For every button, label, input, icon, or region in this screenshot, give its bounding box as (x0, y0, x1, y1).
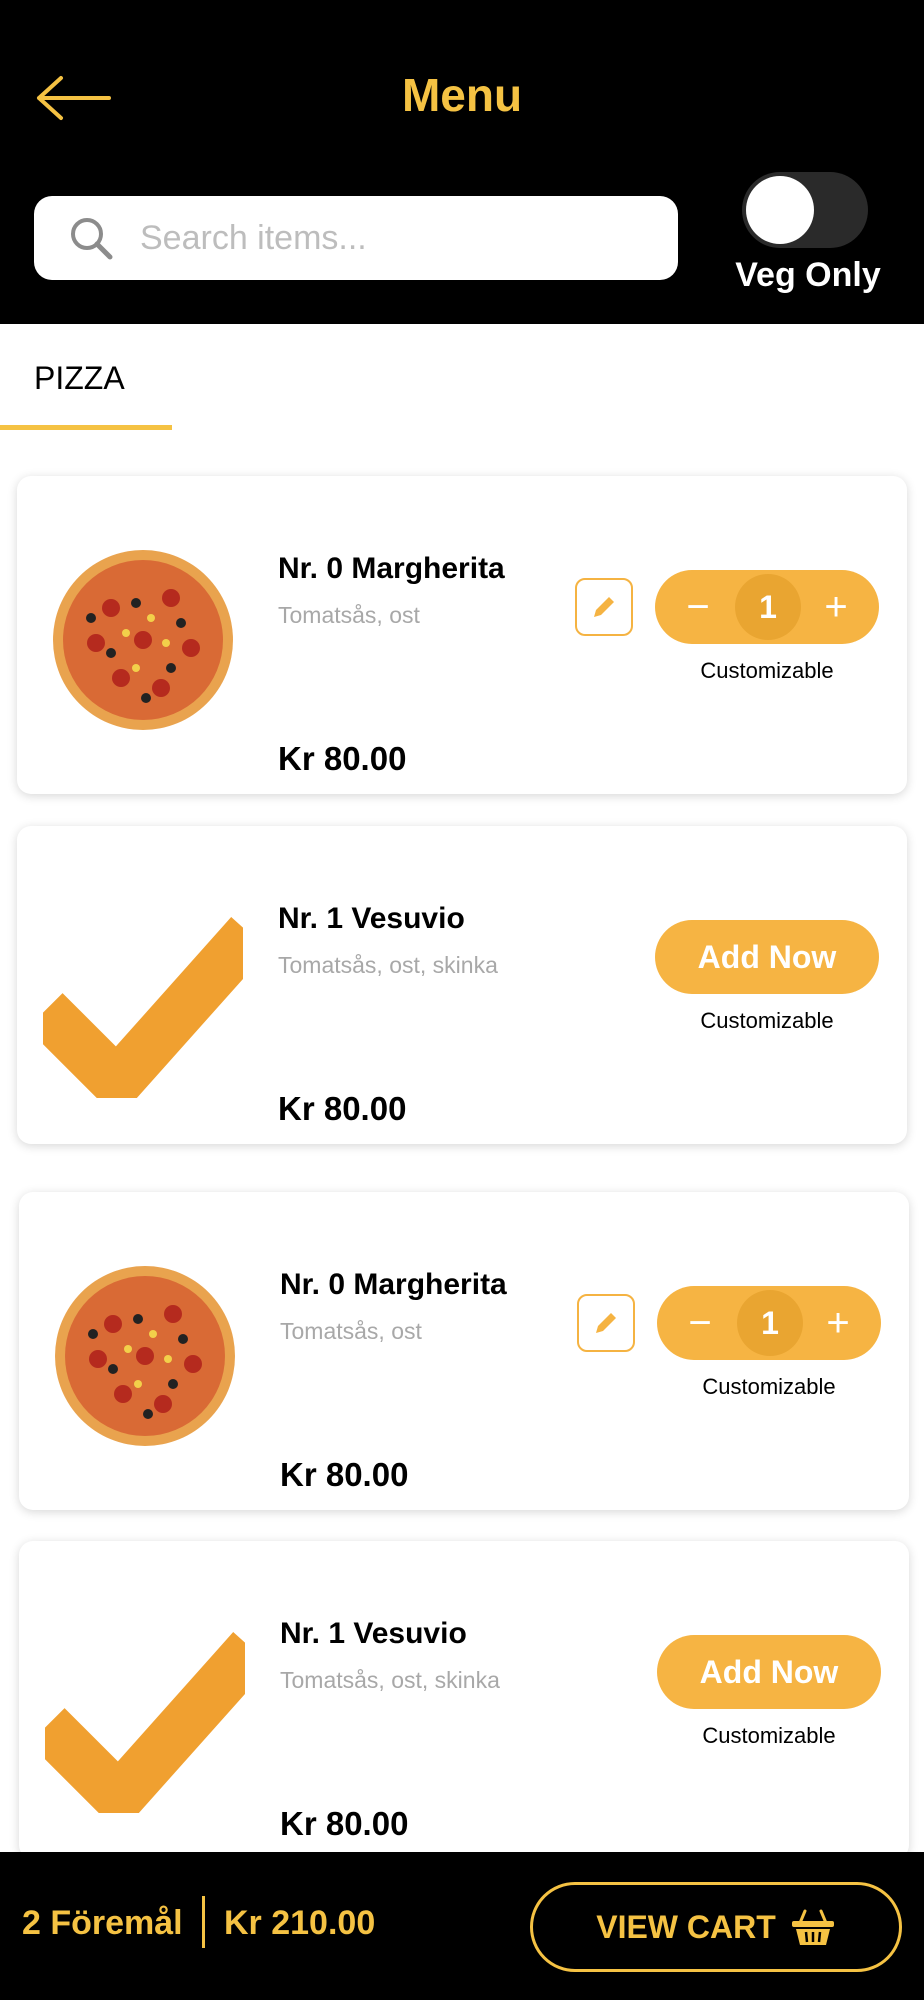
veg-only-toggle[interactable] (742, 172, 868, 248)
veg-only-label: Veg Only (735, 256, 881, 294)
active-tab-indicator (0, 425, 172, 430)
quantity-value: 1 (735, 574, 801, 640)
pizza-image (55, 1266, 235, 1446)
item-description: Tomatsås, ost, skinka (278, 952, 498, 978)
add-now-button[interactable]: Add Now (655, 920, 879, 994)
item-price: Kr 80.00 (278, 740, 407, 777)
search-box[interactable] (34, 196, 678, 280)
menu-item-card[interactable]: Nr. 1 Vesuvio Tomatsås, ost, skinka Kr 8… (19, 1541, 909, 1859)
item-description: Tomatsås, ost, skinka (280, 1667, 500, 1693)
increase-button[interactable]: + (811, 570, 861, 644)
category-tabs: PIZZA (0, 324, 924, 434)
item-name: Nr. 0 Margherita (278, 552, 505, 585)
menu-item-card[interactable]: Nr. 0 Margherita Tomatsås, ost Kr 80.00 … (19, 1192, 909, 1510)
quantity-value: 1 (737, 1290, 803, 1356)
checkmark-image (43, 917, 243, 1098)
menu-item-card[interactable]: Nr. 0 Margherita Tomatsås, ost Kr 80.00 … (17, 476, 907, 794)
cart-bar: 2 Föremål Kr 210.00 VIEW CART (0, 1852, 924, 2000)
toggle-knob (746, 176, 814, 244)
view-cart-button[interactable]: VIEW CART (530, 1882, 902, 1972)
item-description: Tomatsås, ost (278, 602, 420, 628)
customizable-label: Customizable (700, 658, 834, 683)
item-name: Nr. 0 Margherita (280, 1268, 507, 1301)
pencil-icon (594, 597, 614, 617)
add-now-button[interactable]: Add Now (657, 1635, 881, 1709)
decrease-button[interactable]: − (673, 570, 723, 644)
pizza-image (53, 550, 233, 730)
app-header: Menu Veg Only (0, 0, 924, 324)
cart-item-count: 2 Föremål (22, 1904, 183, 1942)
quantity-stepper[interactable]: − 1 + (657, 1286, 881, 1360)
customizable-label: Customizable (702, 1374, 836, 1399)
item-price: Kr 80.00 (278, 1090, 407, 1127)
pencil-icon (596, 1313, 616, 1333)
menu-item-card[interactable]: Nr. 1 Vesuvio Tomatsås, ost, skinka Kr 8… (17, 826, 907, 1144)
cart-total: Kr 210.00 (224, 1904, 376, 1942)
page-title: Menu (401, 69, 523, 121)
decrease-button[interactable]: − (675, 1286, 725, 1360)
edit-button[interactable] (575, 578, 633, 636)
item-price: Kr 80.00 (280, 1456, 409, 1493)
search-icon (71, 218, 113, 260)
tab-pizza[interactable]: PIZZA (0, 324, 172, 434)
item-name: Nr. 1 Vesuvio (278, 902, 465, 935)
checkmark-image (45, 1632, 245, 1813)
tab-label: PIZZA (34, 360, 125, 396)
edit-button[interactable] (577, 1294, 635, 1352)
item-description: Tomatsås, ost (280, 1318, 422, 1344)
quantity-stepper[interactable]: − 1 + (655, 570, 879, 644)
item-price: Kr 80.00 (280, 1805, 409, 1842)
divider (202, 1896, 205, 1948)
customizable-label: Customizable (702, 1723, 836, 1748)
search-input[interactable] (140, 208, 678, 268)
customizable-label: Customizable (700, 1008, 834, 1033)
view-cart-label: VIEW CART (596, 1908, 776, 1945)
item-name: Nr. 1 Vesuvio (280, 1617, 467, 1650)
increase-button[interactable]: + (813, 1286, 863, 1360)
basket-icon (791, 1909, 834, 1945)
